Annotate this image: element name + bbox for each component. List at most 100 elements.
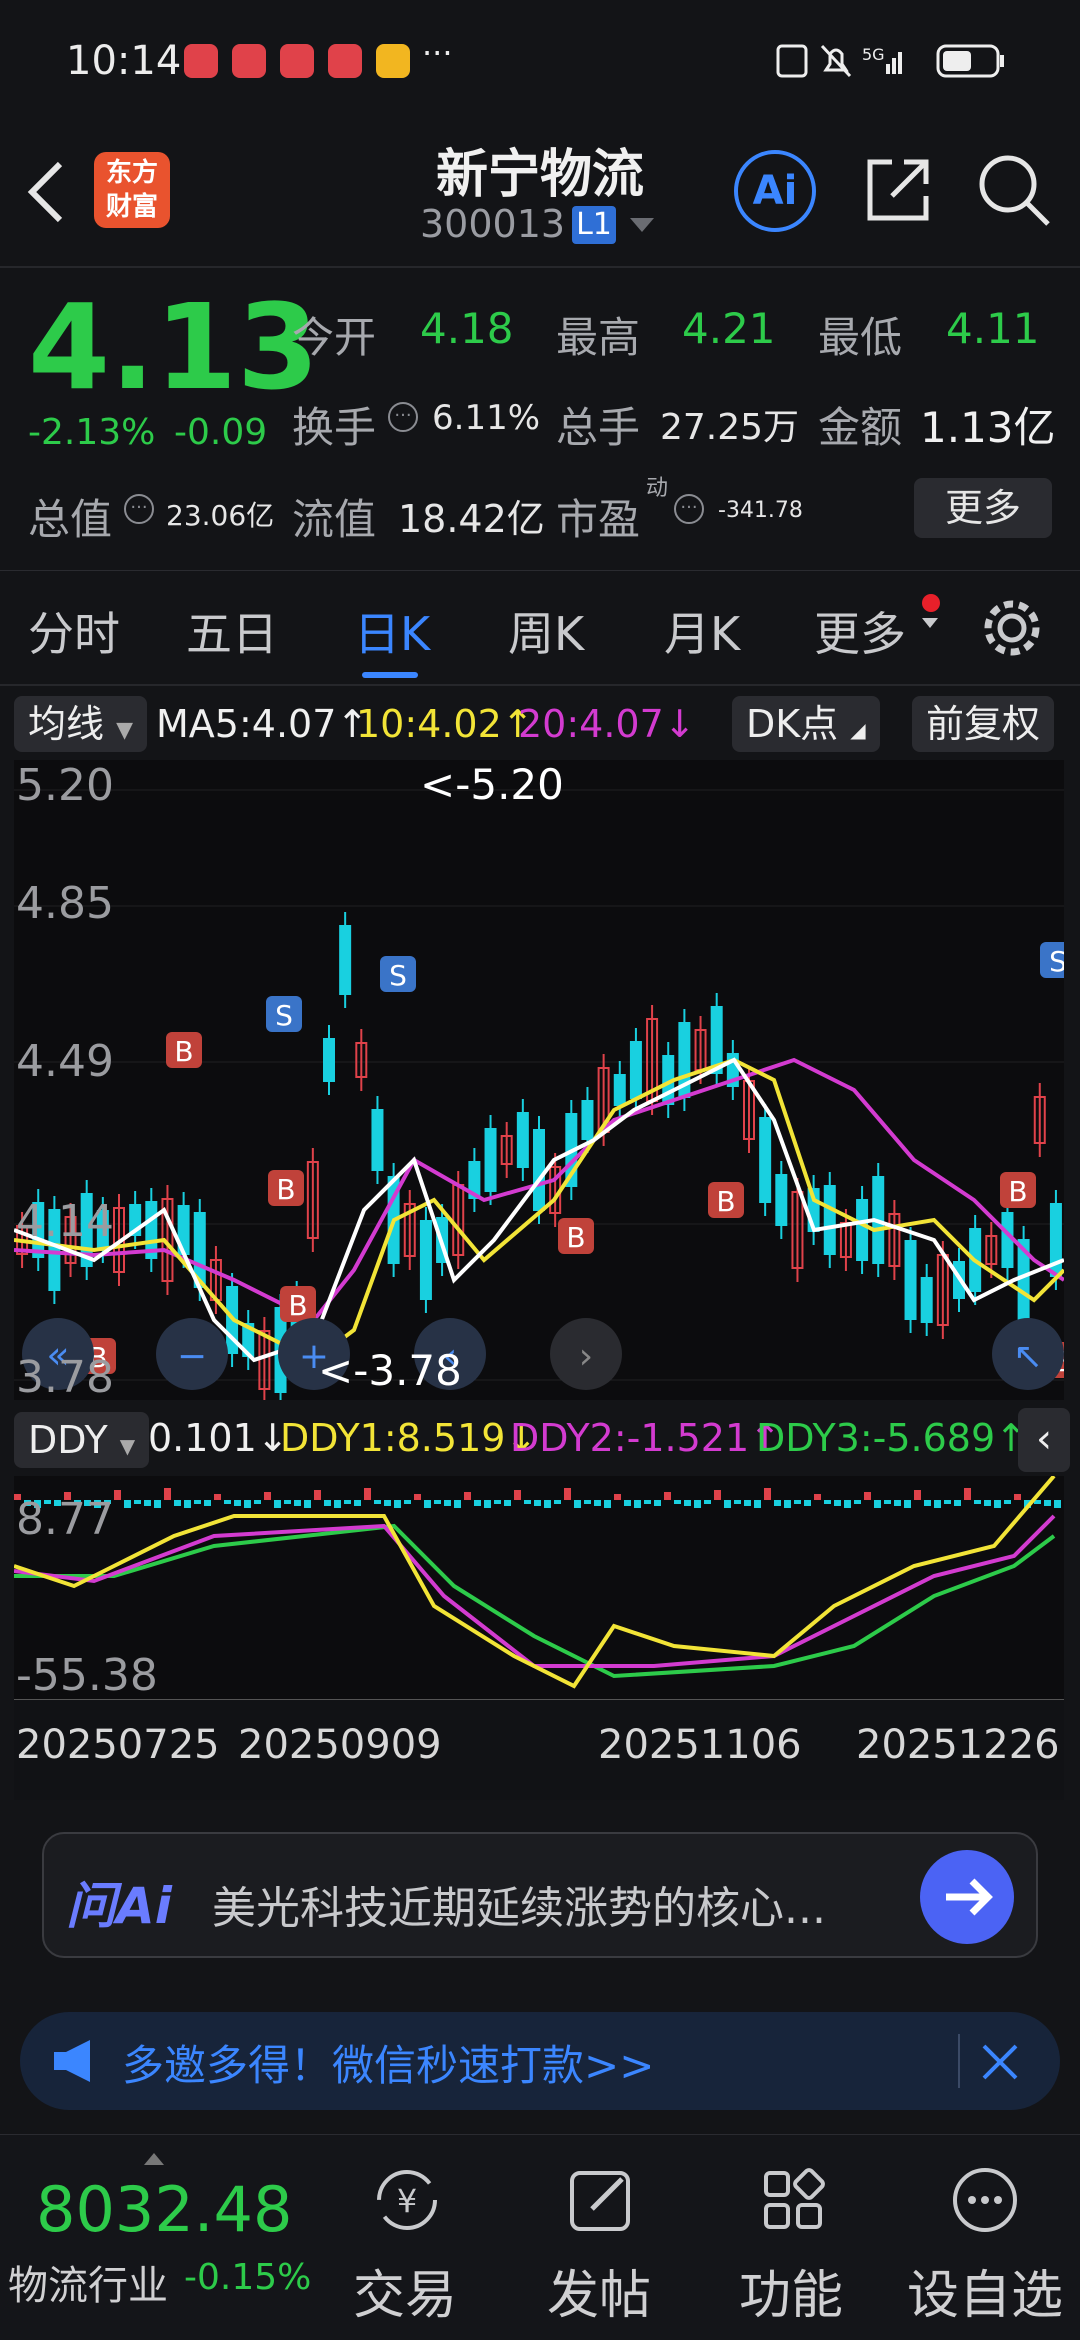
chevron-down-icon[interactable] — [630, 218, 654, 234]
notification-icon — [184, 44, 218, 78]
tab-weekly-k[interactable]: 周K — [508, 598, 584, 664]
ddy-bar — [684, 1500, 691, 1506]
svg-text:S: S — [1049, 945, 1064, 978]
battery-icon — [936, 44, 1004, 78]
candle-body — [775, 1174, 788, 1226]
index-name: 物流行业 — [8, 2263, 168, 2309]
share-icon[interactable] — [862, 154, 934, 226]
ddy-bar — [204, 1500, 211, 1506]
ddy-bar — [634, 1500, 641, 1508]
ddy-bar — [374, 1500, 381, 1504]
ddy-bar — [544, 1500, 551, 1508]
ddy-bar — [184, 1500, 191, 1508]
eye-icon[interactable]: ··· — [388, 402, 418, 432]
ddy-bar — [434, 1500, 441, 1504]
search-icon[interactable] — [976, 152, 1052, 228]
ma20-value: 20:4.07↓ — [518, 702, 696, 746]
ddy-bar — [324, 1500, 331, 1506]
tab-daily-k[interactable]: 日K — [354, 598, 430, 664]
svg-text:S: S — [389, 959, 407, 992]
candle-body — [1001, 1212, 1014, 1268]
tab-five-day[interactable]: 五日 — [186, 598, 278, 664]
kline-chart[interactable]: BBSBBBBSBBSB « − + ‹ › ↖ 5.20 4.85 4.49 … — [13, 760, 1080, 1406]
buy-signal[interactable]: B — [280, 1286, 316, 1322]
ask-ai-send-button[interactable] — [920, 1850, 1014, 1944]
nav-trade[interactable]: ¥ 交易 — [330, 2155, 480, 2335]
status-time: 10:14 — [66, 38, 182, 84]
back-icon[interactable] — [26, 160, 66, 224]
close-icon[interactable] — [980, 2042, 1020, 2082]
ddy-bar — [754, 1500, 761, 1508]
nav-functions[interactable]: 功能 — [716, 2155, 866, 2335]
sell-signal[interactable]: S — [1040, 942, 1076, 978]
nav-watchlist[interactable]: 设自选 — [900, 2155, 1070, 2335]
volume-label: 总手 — [556, 403, 641, 452]
svg-text:B: B — [566, 1221, 585, 1254]
indicator-selector[interactable]: 均线 ▼ — [14, 696, 148, 752]
more-notifications-icon: ··· — [422, 34, 453, 72]
index-value[interactable]: 8032.48 — [36, 2173, 292, 2246]
ddy-selector[interactable]: DDY ▼ — [14, 1412, 150, 1468]
promo-banner[interactable]: 多邀多得！微信秒速打款>> — [20, 2012, 1060, 2110]
ddy-bar — [1044, 1500, 1051, 1506]
tab-more[interactable]: 更多 — [814, 598, 906, 664]
candle-body — [920, 1277, 933, 1323]
indicator-selector-label: 均线 — [28, 702, 105, 746]
price-axis-label: 3.78 — [16, 1352, 114, 1403]
svg-text:B: B — [716, 1185, 735, 1218]
sell-signal[interactable]: S — [266, 996, 302, 1032]
buy-signal[interactable]: B — [268, 1170, 304, 1206]
ask-ai-logo: 问Ai — [66, 1877, 172, 1935]
buy-signal[interactable]: B — [1000, 1172, 1036, 1208]
eye-icon[interactable]: ··· — [674, 494, 704, 524]
ai-button[interactable]: Ai — [734, 150, 816, 232]
svg-text:−: − — [177, 1336, 207, 1377]
ddy1-value: DDY1:8.519↓ — [280, 1416, 538, 1460]
adjust-button[interactable]: 前复权 — [912, 696, 1055, 752]
ddy-bar — [884, 1500, 891, 1504]
notification-icon — [232, 44, 266, 78]
ddy-bar — [484, 1500, 491, 1508]
grid-icon — [764, 2168, 825, 2229]
settings-gear-icon[interactable] — [980, 596, 1044, 660]
more-quote-button[interactable]: 更多 — [914, 478, 1052, 538]
bottom-nav: 8032.48 物流行业 -0.15% ¥ 交易 发帖 功能 设自选 — [0, 2134, 1080, 2340]
ddy-value: 0.101↓ — [148, 1416, 289, 1460]
red-dot-badge — [922, 594, 940, 612]
ddy-bar — [904, 1500, 911, 1508]
ddy-bar — [764, 1488, 771, 1500]
collapse-button[interactable]: ‹ — [1018, 1408, 1070, 1472]
ask-ai-bar[interactable]: 问Ai 美光科技近期延续涨势的核心... — [42, 1832, 1038, 1958]
high-label: 最高 — [556, 313, 641, 362]
candle-body — [419, 1220, 432, 1300]
buy-signal[interactable]: B — [708, 1182, 744, 1218]
tab-monthly-k[interactable]: 月K — [664, 598, 740, 664]
weibo-icon — [376, 44, 410, 78]
more-circle-icon — [953, 2168, 1017, 2232]
ddy-bar — [964, 1488, 971, 1500]
date-label: 20250725 — [16, 1722, 220, 1768]
divider — [0, 684, 1080, 686]
buy-signal[interactable]: B — [166, 1032, 202, 1068]
candle-body — [823, 1185, 836, 1255]
candle-body — [323, 1038, 335, 1082]
notification-icon — [328, 44, 362, 78]
sell-signal[interactable]: S — [380, 956, 416, 992]
nav-post[interactable]: 发帖 — [524, 2155, 674, 2335]
ddy-chart[interactable]: 8.77 -55.38 — [13, 1474, 1064, 1702]
ddy-bar — [514, 1490, 521, 1500]
chevron-up-icon — [144, 2153, 164, 2165]
edit-icon — [570, 2171, 630, 2231]
mute-icon — [820, 44, 852, 78]
eye-icon[interactable]: ··· — [124, 494, 154, 524]
buy-signal[interactable]: B — [558, 1218, 594, 1254]
dk-point-button[interactable]: DK点 ◢ — [732, 696, 880, 752]
ddy-bar — [304, 1500, 311, 1508]
date-axis: 20250725 20250909 20251106 20251226 — [14, 1700, 1064, 1800]
ddy-bar — [314, 1490, 321, 1500]
nav-watchlist-label: 设自选 — [906, 2266, 1063, 2326]
pe-value: -341.78 — [718, 498, 803, 523]
ddy-bar — [944, 1500, 951, 1504]
tab-intraday[interactable]: 分时 — [28, 598, 120, 664]
huawei-icon — [280, 44, 314, 78]
